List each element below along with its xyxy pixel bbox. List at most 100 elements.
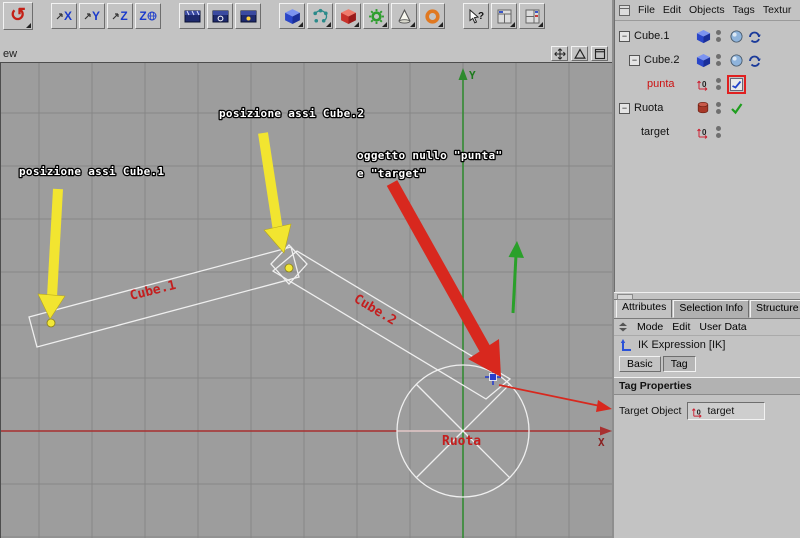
render-view-button[interactable] bbox=[179, 3, 205, 29]
phong-tag-icon[interactable] bbox=[729, 29, 744, 44]
coordinate-system-button[interactable]: Z bbox=[135, 3, 161, 29]
phong-tag-icon[interactable] bbox=[729, 53, 744, 68]
add-deformer-button[interactable] bbox=[363, 3, 389, 29]
attributes-menu: Mode Edit User Data bbox=[614, 319, 800, 336]
toolbar-separator bbox=[447, 3, 461, 29]
expression-tag-icon[interactable] bbox=[747, 53, 762, 68]
row-columns bbox=[695, 25, 762, 47]
row-columns: 0 bbox=[695, 73, 746, 95]
menu-edit[interactable]: Edit bbox=[663, 4, 681, 16]
gear-icon bbox=[368, 8, 384, 24]
menu-file[interactable]: File bbox=[638, 4, 655, 16]
object-name-selected[interactable]: punta bbox=[647, 78, 675, 90]
cylinder-object-icon bbox=[697, 101, 709, 114]
visibility-dots bbox=[711, 30, 725, 42]
object-name[interactable]: Cube.2 bbox=[644, 54, 679, 66]
viewport-menu-label[interactable]: ew bbox=[3, 48, 17, 60]
maximize-icon bbox=[594, 48, 605, 59]
editor-visibility-dot[interactable] bbox=[715, 30, 721, 35]
render-visibility-dot[interactable] bbox=[715, 109, 721, 114]
viewport-header: ew bbox=[0, 32, 614, 62]
layout-b-button[interactable] bbox=[519, 3, 545, 29]
menu-tags[interactable]: Tags bbox=[733, 4, 755, 16]
expression-tag-icon[interactable] bbox=[747, 29, 762, 44]
context-help-button[interactable]: ? bbox=[463, 3, 489, 29]
render-visibility-dot[interactable] bbox=[715, 85, 721, 90]
cube2-axis-dot[interactable] bbox=[284, 263, 294, 273]
editor-visibility-dot[interactable] bbox=[715, 78, 721, 83]
tab-selection-info[interactable]: Selection Info bbox=[673, 300, 749, 318]
tab-attributes[interactable]: Attributes bbox=[616, 300, 673, 318]
panel-splitter[interactable] bbox=[614, 292, 800, 300]
mode-icon[interactable] bbox=[618, 322, 628, 332]
cube-object-icon bbox=[696, 53, 710, 67]
lock-x-axis-button[interactable]: X bbox=[51, 3, 77, 29]
toolbar-separator bbox=[163, 3, 177, 29]
ik-expression-tag-icon[interactable] bbox=[727, 74, 746, 94]
render-settings-button[interactable] bbox=[235, 3, 261, 29]
cube1-axis-dot[interactable] bbox=[46, 318, 56, 328]
render-region-button[interactable] bbox=[207, 3, 233, 29]
tree-row-ruota[interactable]: Ruota bbox=[615, 97, 800, 119]
add-light-button[interactable] bbox=[391, 3, 417, 29]
layout-grid2-icon bbox=[525, 9, 539, 23]
rotate-view-button[interactable] bbox=[571, 46, 588, 61]
add-spline-button[interactable] bbox=[307, 3, 333, 29]
viewport-canvas[interactable]: Y X Cube.1 Cube.2 Ruota posizione assi C… bbox=[1, 63, 613, 538]
editor-visibility-dot[interactable] bbox=[715, 126, 721, 131]
red-cube-icon bbox=[340, 8, 356, 24]
menu-texture[interactable]: Textur bbox=[763, 4, 792, 16]
object-name[interactable]: Cube.1 bbox=[634, 30, 669, 42]
undo-button[interactable]: ↺ bbox=[3, 2, 33, 30]
tree-row-punta[interactable]: punta 0 bbox=[615, 73, 800, 95]
add-cube-button[interactable] bbox=[279, 3, 305, 29]
editor-visibility-dot[interactable] bbox=[715, 54, 721, 59]
toolbar-separator bbox=[35, 3, 49, 29]
object-name[interactable]: target bbox=[641, 126, 669, 138]
render-visibility-dot[interactable] bbox=[715, 133, 721, 138]
axis-arrow-icon bbox=[84, 13, 91, 20]
row-columns bbox=[695, 49, 762, 71]
viewport: Y X Cube.1 Cube.2 Ruota posizione assi C… bbox=[0, 62, 613, 538]
row-columns bbox=[695, 97, 744, 119]
expression-enabled-check-icon[interactable] bbox=[729, 101, 744, 116]
tree-row-cube1[interactable]: Cube.1 bbox=[615, 25, 800, 47]
expander-icon[interactable] bbox=[629, 54, 640, 66]
null-object-icon: 0 bbox=[697, 80, 708, 91]
svg-text:0: 0 bbox=[702, 80, 707, 89]
render-visibility-dot[interactable] bbox=[715, 61, 721, 66]
editor-visibility-dot[interactable] bbox=[715, 102, 721, 107]
help-question-label: ? bbox=[477, 10, 485, 22]
tab-basic[interactable]: Basic bbox=[619, 356, 661, 372]
layout-a-button[interactable] bbox=[491, 3, 517, 29]
lock-z-axis-button[interactable]: Z bbox=[107, 3, 133, 29]
expander-icon[interactable] bbox=[619, 102, 630, 114]
menu-am-edit[interactable]: Edit bbox=[672, 321, 690, 333]
object-name[interactable]: Ruota bbox=[634, 102, 663, 114]
menu-objects[interactable]: Objects bbox=[689, 4, 725, 16]
visibility-dots bbox=[711, 78, 725, 90]
maximize-view-button[interactable] bbox=[591, 46, 608, 61]
target-object-value: target bbox=[707, 405, 735, 417]
render-visibility-dot[interactable] bbox=[715, 37, 721, 42]
pan-view-button[interactable] bbox=[551, 46, 568, 61]
add-modeling-object-button[interactable] bbox=[335, 3, 361, 29]
expander-icon[interactable] bbox=[619, 30, 630, 42]
menu-mode[interactable]: Mode bbox=[637, 321, 663, 333]
panel-icon[interactable] bbox=[619, 4, 630, 16]
target-object-field[interactable]: 0 target bbox=[687, 402, 766, 420]
render-view-icon bbox=[184, 10, 200, 22]
menu-user-data[interactable]: User Data bbox=[699, 321, 746, 333]
ruota-label: Ruota bbox=[442, 434, 481, 449]
section-header: Tag Properties bbox=[614, 377, 800, 395]
lock-y-axis-button[interactable]: Y bbox=[79, 3, 105, 29]
tab-structure-info[interactable]: Structure In bbox=[750, 300, 800, 318]
tree-row-target[interactable]: target 0 bbox=[615, 121, 800, 143]
add-torus-button[interactable] bbox=[419, 3, 445, 29]
tree-row-cube2[interactable]: Cube.2 bbox=[615, 49, 800, 71]
target-object-row: Target Object 0 target bbox=[614, 402, 800, 420]
light-cone-icon bbox=[397, 8, 411, 24]
tab-tag[interactable]: Tag bbox=[662, 356, 696, 372]
axis-arrow-icon bbox=[56, 13, 63, 20]
x-axis-label: X bbox=[598, 436, 605, 449]
